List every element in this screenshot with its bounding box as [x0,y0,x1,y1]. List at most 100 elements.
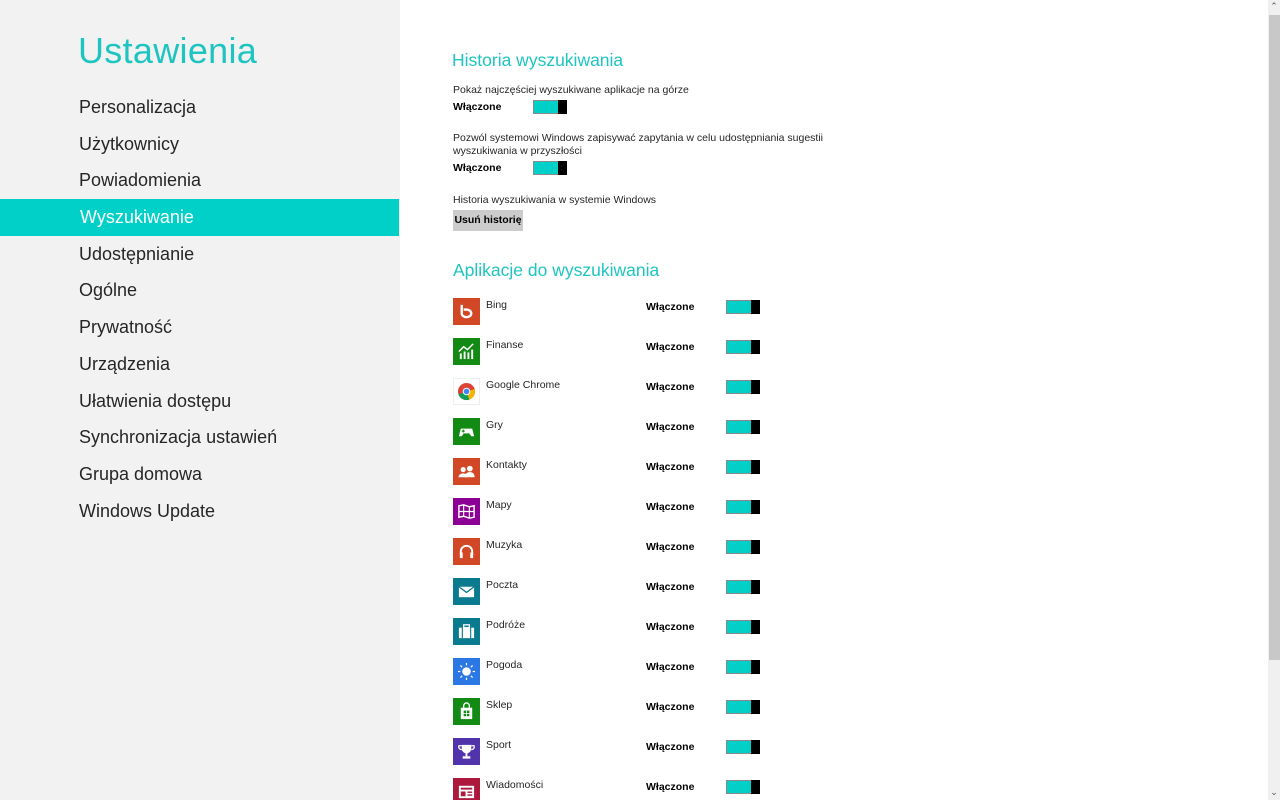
app-row-finanse: Finanse Włączone [453,338,773,366]
settings-nav: Personalizacja Użytkownicy Powiadomienia… [0,89,399,529]
newspaper-icon [453,778,480,800]
sidebar-item-grupa-domowa[interactable]: Grupa domowa [0,456,399,493]
save-queries-label-line2: wyszukiwania w przyszłości [453,145,582,157]
app-row-gry: Gry Włączone [453,418,773,446]
search-history-label: Historia wyszukiwania w systemie Windows [453,194,657,206]
toggle-thumb [751,460,760,474]
apps-section-title: Aplikacje do wyszukiwania [453,260,660,280]
app-state: Włączone [646,661,695,673]
search-settings-content: Historia wyszukiwania Pokaż najczęściej … [400,0,1268,800]
app-name: Podróże [486,619,526,631]
finance-chart-icon [453,338,480,365]
sidebar-item-urzadzenia[interactable]: Urządzenia [0,346,399,383]
toggle-thumb [558,161,567,175]
app-name: Finanse [486,339,524,351]
app-row-poczta: Poczta Włączone [453,578,773,606]
scroll-down-arrow-icon[interactable]: ⌄ [1268,786,1280,800]
gamepad-icon [453,418,480,445]
toggle-thumb [751,300,760,314]
toggle-thumb [751,420,760,434]
save-queries-state: Włączone [453,162,502,174]
app-toggle-finanse[interactable] [726,340,760,354]
sidebar-item-ulatwienia-dostepu[interactable]: Ułatwienia dostępu [0,383,399,420]
toggle-thumb [751,500,760,514]
app-row-wiadomosci: Wiadomości Włączone [453,778,773,800]
chrome-icon [453,378,480,405]
mail-icon [453,578,480,605]
app-toggle-kontakty[interactable] [726,460,760,474]
app-state: Włączone [646,621,695,633]
app-toggle-sklep[interactable] [726,700,760,714]
sidebar-item-udostepnianie[interactable]: Udostępnianie [0,236,399,273]
trophy-icon [453,738,480,765]
app-state: Włączone [646,381,695,393]
sidebar-item-prywatnosc[interactable]: Prywatność [0,309,399,346]
bing-icon [453,298,480,325]
toggle-thumb [751,620,760,634]
app-toggle-gry[interactable] [726,420,760,434]
toggle-thumb [751,700,760,714]
app-toggle-pogoda[interactable] [726,660,760,674]
app-state: Włączone [646,421,695,433]
suitcase-icon [453,618,480,645]
sun-icon [453,658,480,685]
app-name: Kontakty [486,459,527,471]
app-state: Włączone [646,541,695,553]
app-name: Muzyka [486,539,523,551]
sidebar-item-ogolne[interactable]: Ogólne [0,272,399,309]
toggle-thumb [751,580,760,594]
frequent-apps-toggle[interactable] [533,100,567,114]
app-state: Włączone [646,461,695,473]
app-name: Sklep [486,699,513,711]
sidebar-item-powiadomienia[interactable]: Powiadomienia [0,162,399,199]
app-toggle-wiadomosci[interactable] [726,780,760,794]
save-queries-toggle[interactable] [533,161,567,175]
app-state: Włączone [646,701,695,713]
app-row-mapy: Mapy Włączone [453,498,773,526]
app-toggle-mapy[interactable] [726,500,760,514]
app-name: Wiadomości [486,779,544,791]
sidebar-item-windows-update[interactable]: Windows Update [0,493,399,530]
history-section-title: Historia wyszukiwania [452,50,624,70]
scrollbar-thumb[interactable] [1269,15,1280,660]
clear-history-button[interactable]: Usuń historię [453,210,523,231]
app-row-sport: Sport Włączone [453,738,773,766]
headphones-icon [453,538,480,565]
page-title: Ustawienia [78,30,258,71]
frequent-apps-label: Pokaż najczęściej wyszukiwane aplikacje … [453,84,689,96]
toggle-thumb [751,660,760,674]
settings-sidebar: Ustawienia Personalizacja Użytkownicy Po… [0,0,400,800]
app-state: Włączone [646,741,695,753]
app-state: Włączone [646,301,695,313]
app-row-kontakty: Kontakty Włączone [453,458,773,486]
app-row-podroze: Podróże Włączone [453,618,773,646]
app-toggle-google-chrome[interactable] [726,380,760,394]
map-icon [453,498,480,525]
app-row-bing: Bing Włączone [453,298,773,326]
app-row-sklep: Sklep Włączone [453,698,773,726]
app-name: Bing [486,299,508,311]
app-toggle-podroze[interactable] [726,620,760,634]
app-state: Włączone [646,501,695,513]
sidebar-item-personalizacja[interactable]: Personalizacja [0,89,399,126]
toggle-thumb [558,100,567,114]
app-name: Google Chrome [486,379,561,391]
toggle-thumb [751,780,760,794]
sidebar-item-uzytkownicy[interactable]: Użytkownicy [0,126,399,163]
sidebar-item-synchronizacja[interactable]: Synchronizacja ustawień [0,419,399,456]
app-name: Pogoda [486,659,523,671]
app-toggle-muzyka[interactable] [726,540,760,554]
toggle-thumb [751,540,760,554]
app-toggle-poczta[interactable] [726,580,760,594]
app-state: Włączone [646,581,695,593]
toggle-thumb [751,740,760,754]
app-toggle-sport[interactable] [726,740,760,754]
vertical-scrollbar[interactable]: ⌃ ⌄ [1268,0,1280,800]
scroll-up-arrow-icon[interactable]: ⌃ [1268,0,1280,14]
app-name: Gry [486,419,503,431]
app-state: Włączone [646,781,695,793]
app-toggle-bing[interactable] [726,300,760,314]
store-bag-icon [453,698,480,725]
toggle-thumb [751,380,760,394]
sidebar-item-wyszukiwanie[interactable]: Wyszukiwanie [0,199,399,236]
